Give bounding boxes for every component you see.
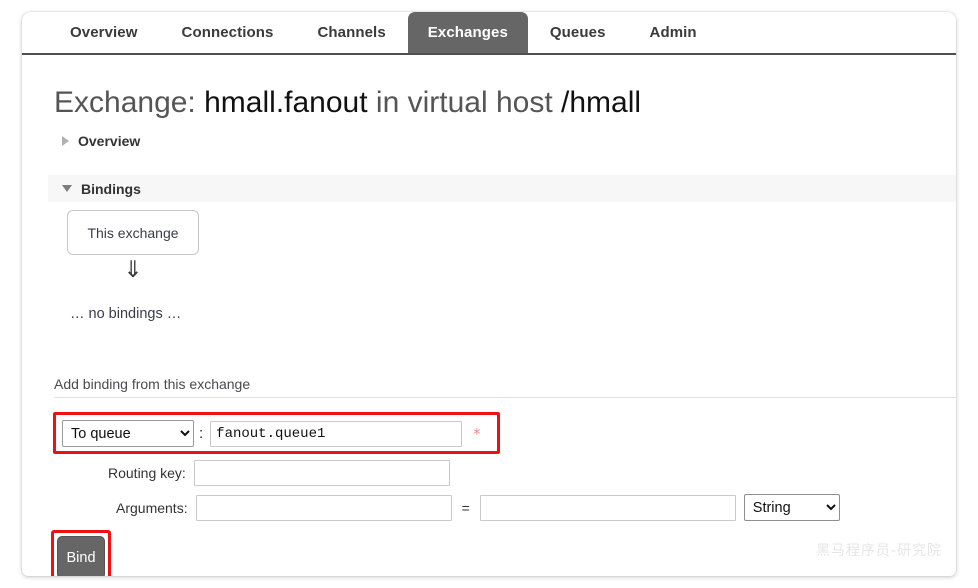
routing-key-label: Routing key: bbox=[108, 465, 186, 481]
watermark-text: 黑马程序员-研究院 bbox=[816, 540, 942, 560]
triangle-down-icon bbox=[62, 185, 72, 192]
routing-key-row: Routing key: bbox=[108, 460, 450, 486]
tab-exchanges[interactable]: Exchanges bbox=[408, 12, 528, 53]
section-toggle-bindings[interactable]: Bindings bbox=[48, 175, 956, 202]
argument-value-input[interactable] bbox=[480, 495, 736, 521]
destination-separator: : bbox=[199, 425, 203, 442]
page-title-prefix: Exchange: bbox=[54, 86, 196, 119]
no-bindings-message: … no bindings … bbox=[70, 306, 181, 322]
tab-list: Overview Connections Channels Exchanges … bbox=[48, 12, 719, 53]
bind-button[interactable]: Bind bbox=[57, 536, 105, 576]
argument-key-input[interactable] bbox=[196, 495, 452, 521]
double-down-arrow-icon: ⇓ bbox=[67, 259, 199, 282]
arguments-row: Arguments: = String Number Boolean List bbox=[116, 494, 840, 521]
routing-key-input[interactable] bbox=[194, 460, 450, 486]
add-binding-section-label: Add binding from this exchange bbox=[54, 376, 250, 392]
arguments-label: Arguments: bbox=[116, 500, 188, 516]
triangle-right-icon bbox=[62, 136, 69, 146]
tab-queues[interactable]: Queues bbox=[528, 12, 628, 53]
destination-type-select[interactable]: To queue To exchange bbox=[62, 420, 194, 447]
tab-connections[interactable]: Connections bbox=[160, 12, 296, 53]
page-title-exchange-name: hmall.fanout bbox=[204, 86, 367, 119]
arguments-equals-sign: = bbox=[462, 500, 470, 516]
tab-channels[interactable]: Channels bbox=[295, 12, 407, 53]
binding-destination-row: To queue To exchange : * bbox=[62, 420, 481, 447]
page-title-middle: in virtual host bbox=[376, 86, 553, 119]
main-card: Overview Connections Channels Exchanges … bbox=[22, 12, 956, 576]
tab-admin[interactable]: Admin bbox=[628, 12, 719, 53]
destination-name-input[interactable] bbox=[210, 421, 462, 447]
bindings-section-label: Bindings bbox=[81, 181, 141, 197]
this-exchange-label: This exchange bbox=[87, 225, 178, 241]
argument-type-select[interactable]: String Number Boolean List bbox=[744, 494, 840, 521]
overview-section-label: Overview bbox=[78, 133, 140, 149]
required-asterisk-icon: * bbox=[473, 425, 481, 443]
page-title-vhost: /hmall bbox=[561, 86, 641, 119]
tab-overview[interactable]: Overview bbox=[48, 12, 160, 53]
section-divider bbox=[54, 397, 956, 398]
page-title: Exchange: hmall.fanout in virtual host /… bbox=[54, 86, 641, 120]
main-navigation-tabbar: Overview Connections Channels Exchanges … bbox=[22, 12, 956, 55]
this-exchange-node[interactable]: This exchange bbox=[67, 210, 199, 255]
rabbitmq-management-page: Overview Connections Channels Exchanges … bbox=[0, 0, 978, 588]
section-toggle-overview[interactable]: Overview bbox=[62, 133, 140, 149]
